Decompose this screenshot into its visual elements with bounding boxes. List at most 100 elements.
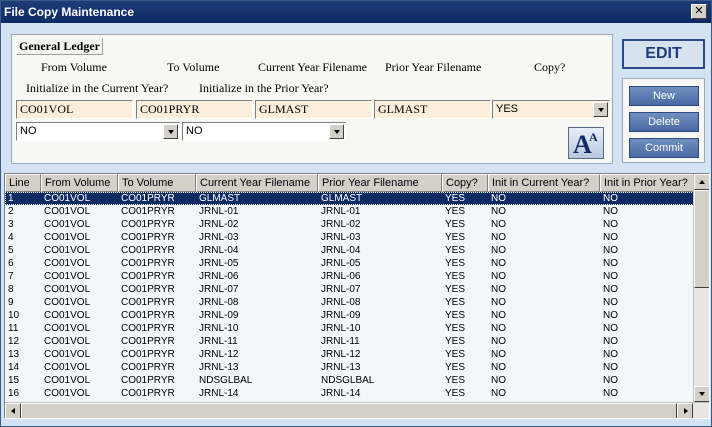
table-cell: NO (603, 271, 618, 282)
table-row[interactable]: 1 CO01VOL CO01PRYR GLMAST GLMAST YES NO NO (5, 192, 696, 205)
close-icon[interactable]: ✕ (691, 4, 707, 19)
table-cell: CO01PRYR (121, 206, 175, 217)
prior-year-filename-field[interactable]: GLMAST (374, 100, 491, 119)
column-header[interactable]: Init in Current Year? (488, 174, 600, 192)
table-row[interactable]: 13 CO01VOL CO01PRYR JRNL-12 JRNL-12 YES NO NO (5, 348, 696, 361)
table-cell: JRNL-04 (321, 245, 361, 256)
table-row[interactable]: 8 CO01VOL CO01PRYR JRNL-07 JRNL-07 YES NO NO (5, 283, 696, 296)
delete-button[interactable]: Delete (629, 112, 699, 132)
table-cell: JRNL-03 (199, 232, 239, 243)
chevron-down-icon[interactable] (593, 102, 608, 117)
table-cell: YES (445, 362, 466, 373)
chevron-down-icon[interactable] (163, 124, 178, 139)
vertical-scroll-thumb[interactable] (694, 190, 709, 288)
column-header[interactable]: To Volume (118, 174, 196, 192)
table-cell: NO (491, 323, 506, 334)
column-header[interactable]: Copy? (442, 174, 488, 192)
table-cell: NO (603, 349, 618, 360)
font-size-button[interactable]: A A (568, 127, 604, 159)
horizontal-scrollbar[interactable] (5, 402, 709, 418)
scroll-down-icon[interactable] (694, 386, 709, 402)
horizontal-scroll-thumb[interactable] (21, 403, 677, 418)
from-volume-label: From Volume (41, 60, 107, 74)
table-cell: 4 (8, 232, 14, 243)
table-cell: NO (491, 310, 506, 321)
table-cell: CO01VOL (44, 336, 91, 347)
table-cell: JRNL-09 (321, 310, 361, 321)
table-cell: NO (491, 336, 506, 347)
table-cell: CO01VOL (44, 193, 91, 204)
column-header[interactable]: Current Year Filename (196, 174, 318, 192)
table-cell: 13 (8, 349, 20, 360)
from-volume-field[interactable]: CO01VOL (16, 100, 133, 119)
column-header[interactable]: Init in Prior Year? (600, 174, 696, 192)
table-cell: JRNL-12 (321, 349, 361, 360)
to-volume-field[interactable]: CO01PRYR (136, 100, 253, 119)
table-cell: JRNL-01 (321, 206, 361, 217)
table-cell: NO (603, 362, 618, 373)
column-header[interactable]: Prior Year Filename (318, 174, 442, 192)
table-row[interactable]: 7 CO01VOL CO01PRYR JRNL-06 JRNL-06 YES NO NO (5, 270, 696, 283)
prior-year-filename-label: Prior Year Filename (385, 60, 482, 74)
title-bar: File Copy Maintenance ✕ (1, 1, 711, 23)
init-prior-select[interactable]: NO (182, 122, 346, 141)
copy-label: Copy? (534, 60, 566, 74)
init-current-select[interactable]: NO (16, 122, 180, 141)
current-year-filename-field[interactable]: GLMAST (255, 100, 372, 119)
table-cell: JRNL-12 (199, 349, 239, 360)
table-cell: NO (603, 219, 618, 230)
general-ledger-panel: General Ledger From Volume To Volume Cur… (11, 34, 613, 164)
table-cell: JRNL-06 (199, 271, 239, 282)
vertical-scrollbar[interactable] (693, 174, 709, 402)
table-cell: JRNL-11 (199, 336, 238, 347)
table-cell: CO01PRYR (121, 258, 175, 269)
table-cell: JRNL-14 (199, 388, 239, 399)
commit-button[interactable]: Commit (629, 138, 699, 158)
table-cell: NO (491, 206, 506, 217)
table-cell: 11 (8, 323, 19, 334)
table-row[interactable]: 15 CO01VOL CO01PRYR NDSGLBAL NDSGLBAL YES NO NO (5, 374, 696, 387)
table-cell: CO01VOL (44, 310, 91, 321)
table-cell: NO (603, 193, 618, 204)
table-cell: GLMAST (199, 193, 241, 204)
scroll-up-icon[interactable] (694, 174, 709, 190)
table-row[interactable]: 10 CO01VOL CO01PRYR JRNL-09 JRNL-09 YES NO NO (5, 309, 696, 322)
table-row[interactable]: 3 CO01VOL CO01PRYR JRNL-02 JRNL-02 YES NO NO (5, 218, 696, 231)
table-cell: NO (491, 271, 506, 282)
table-row[interactable]: 11 CO01VOL CO01PRYR JRNL-10 JRNL-10 YES NO NO (5, 322, 696, 335)
copy-select[interactable]: YES (492, 100, 610, 119)
table-cell: JRNL-14 (321, 388, 361, 399)
table-row[interactable]: 4 CO01VOL CO01PRYR JRNL-03 JRNL-03 YES NO NO (5, 231, 696, 244)
table-cell: NO (603, 323, 618, 334)
action-buttons-panel: New Delete Commit (622, 78, 705, 163)
table-cell: NO (491, 258, 506, 269)
table-row[interactable]: 12 CO01VOL CO01PRYR JRNL-11 JRNL-11 YES NO NO (5, 335, 696, 348)
table-cell: JRNL-01 (199, 206, 239, 217)
column-header[interactable]: Line (5, 174, 41, 192)
file-copy-maintenance-window: File Copy Maintenance ✕ General Ledger F… (0, 0, 712, 427)
table-cell: CO01VOL (44, 206, 91, 217)
table-row[interactable]: 14 CO01VOL CO01PRYR JRNL-13 JRNL-13 YES NO NO (5, 361, 696, 374)
table-row[interactable]: 9 CO01VOL CO01PRYR JRNL-08 JRNL-08 YES NO NO (5, 296, 696, 309)
table-cell: 16 (8, 388, 20, 399)
table-row[interactable]: 16 CO01VOL CO01PRYR JRNL-14 JRNL-14 YES NO NO (5, 387, 696, 400)
table-header: Line From Volume To Volume Current Year Fil… (5, 174, 696, 192)
table-cell: YES (445, 284, 466, 295)
table-cell: NO (491, 193, 506, 204)
table-row[interactable]: 6 CO01VOL CO01PRYR JRNL-05 JRNL-05 YES NO NO (5, 257, 696, 270)
scroll-right-icon[interactable] (677, 403, 693, 418)
table-cell: JRNL-05 (199, 258, 239, 269)
table-cell: CO01PRYR (121, 193, 175, 204)
chevron-down-icon[interactable] (329, 124, 344, 139)
table-row[interactable]: 2 CO01VOL CO01PRYR JRNL-01 JRNL-01 YES NO NO (5, 205, 696, 218)
scroll-left-icon[interactable] (5, 403, 21, 418)
table-cell: NO (603, 245, 618, 256)
table-cell: 8 (8, 284, 14, 295)
table-cell: YES (445, 297, 466, 308)
new-button[interactable]: New (629, 86, 699, 106)
column-header[interactable]: From Volume (41, 174, 118, 192)
table-cell: GLMAST (321, 193, 363, 204)
table-cell: JRNL-10 (199, 323, 239, 334)
table-cell: NO (491, 297, 506, 308)
table-row[interactable]: 5 CO01VOL CO01PRYR JRNL-04 JRNL-04 YES NO NO (5, 244, 696, 257)
